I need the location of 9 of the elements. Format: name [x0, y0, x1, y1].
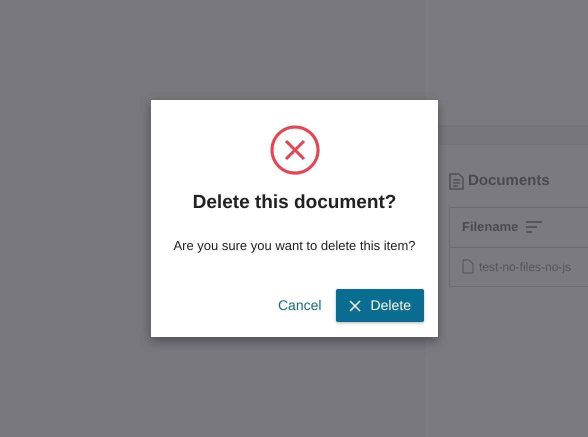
file-icon [462, 259, 474, 274]
sort-icon[interactable] [526, 221, 542, 233]
dialog-message: Are you sure you want to delete this item? [173, 236, 416, 255]
cancel-button[interactable]: Cancel [278, 291, 322, 320]
document-icon [449, 172, 464, 190]
delete-button[interactable]: Delete [336, 289, 424, 322]
error-circle-icon [270, 125, 320, 175]
close-icon [348, 300, 361, 312]
dialog-title: Delete this document? [192, 191, 396, 215]
